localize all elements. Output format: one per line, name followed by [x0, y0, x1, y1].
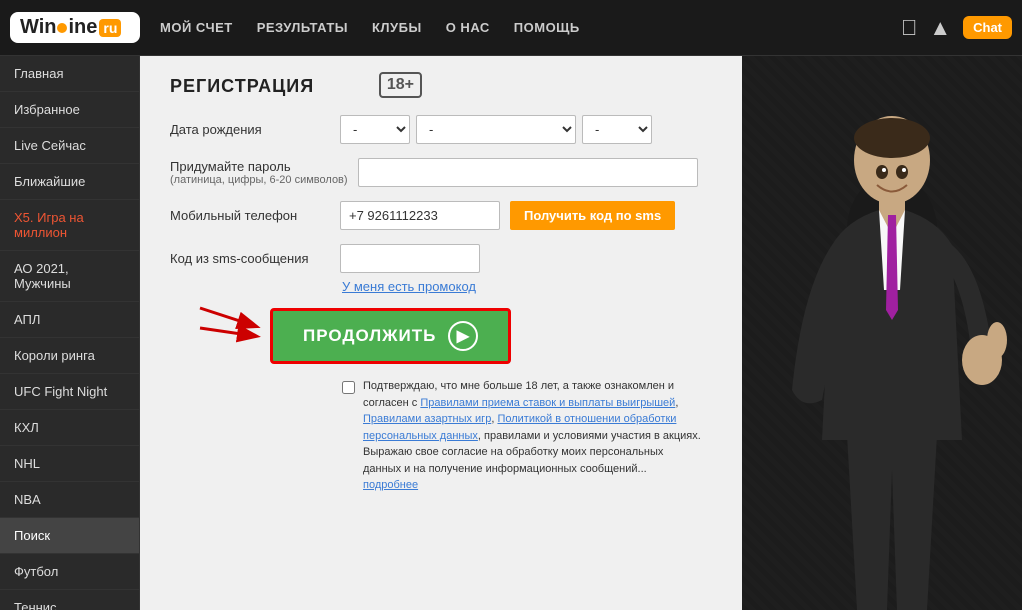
dob-year-select[interactable]: -	[582, 115, 652, 144]
chat-button[interactable]: Chat	[963, 16, 1012, 39]
registration-content: РЕГИСТРАЦИЯ 18+ Дата рождения - - - Прид…	[140, 56, 742, 610]
password-row: Придумайте пароль (латиница, цифры, 6-20…	[170, 158, 712, 187]
android-icon[interactable]: ▲	[929, 15, 951, 41]
red-arrows	[190, 298, 270, 358]
sidebar-item-tennis[interactable]: Теннис	[0, 590, 139, 610]
sidebar-item-upcoming[interactable]: Ближайшие	[0, 164, 139, 200]
header: Winineru МОЙ СЧЕТ РЕЗУЛЬТАТЫ КЛУБЫ О НАС…	[0, 0, 1022, 56]
nav-my-account[interactable]: МОЙ СЧЕТ	[160, 20, 233, 35]
dob-selects: - - -	[340, 115, 652, 144]
sidebar-item-nhl[interactable]: NHL	[0, 446, 139, 482]
sms-button[interactable]: Получить код по sms	[510, 201, 675, 230]
sidebar-item-nba[interactable]: NBA	[0, 482, 139, 518]
nav-about[interactable]: О НАС	[446, 20, 490, 35]
promo-link[interactable]: У меня есть промокод	[342, 279, 712, 294]
password-input[interactable]	[358, 158, 698, 187]
consent-more-link[interactable]: подробнее	[363, 479, 418, 491]
sidebar-item-live[interactable]: Live Сейчас	[0, 128, 139, 164]
nav-help[interactable]: ПОМОЩЬ	[514, 20, 580, 35]
age-badge: 18+	[379, 72, 422, 98]
sidebar-item-x5[interactable]: Х5. Игра на миллион	[0, 200, 139, 251]
phone-input[interactable]	[340, 201, 500, 230]
consent-checkbox[interactable]	[342, 381, 355, 394]
dob-month-select[interactable]: -	[416, 115, 576, 144]
right-panel	[742, 56, 1022, 610]
page-title: РЕГИСТРАЦИЯ	[170, 76, 712, 97]
dob-row: Дата рождения - - -	[170, 115, 712, 144]
sidebar-item-favorites[interactable]: Избранное	[0, 92, 139, 128]
consent-text: Подтверждаю, что мне больше 18 лет, а та…	[363, 378, 702, 494]
man-image	[772, 90, 1012, 610]
sidebar-item-search[interactable]: Поиск	[0, 518, 139, 554]
consent-link-2[interactable]: Правилами азартных игр	[363, 413, 491, 425]
continue-button[interactable]: ПРОДОЛЖИТЬ ▶	[270, 308, 511, 364]
sidebar-item-football[interactable]: Футбол	[0, 554, 139, 590]
sidebar-item-apl[interactable]: АПЛ	[0, 302, 139, 338]
sidebar-item-ufc[interactable]: UFC Fight Night	[0, 374, 139, 410]
logo[interactable]: Winineru	[10, 12, 140, 43]
sms-code-input[interactable]	[340, 244, 480, 273]
nav-clubs[interactable]: КЛУБЫ	[372, 20, 422, 35]
main-layout: Главная Избранное Live Сейчас Ближайшие …	[0, 56, 1022, 610]
sidebar-item-khl[interactable]: КХЛ	[0, 410, 139, 446]
password-label: Придумайте пароль (латиница, цифры, 6-20…	[170, 159, 348, 186]
apple-icon[interactable]: 	[901, 15, 918, 41]
continue-arrow-icon: ▶	[448, 321, 478, 351]
consent-link-1[interactable]: Правилами приема ставок и выплаты выигры…	[420, 397, 675, 409]
header-right:  ▲ Chat	[901, 15, 1012, 41]
phone-label: Мобильный телефон	[170, 208, 330, 223]
nav-results[interactable]: РЕЗУЛЬТАТЫ	[257, 20, 348, 35]
main-nav: МОЙ СЧЕТ РЕЗУЛЬТАТЫ КЛУБЫ О НАС ПОМОЩЬ	[160, 20, 901, 35]
sms-code-row: Код из sms-сообщения	[170, 244, 712, 273]
sidebar-item-kings[interactable]: Короли ринга	[0, 338, 139, 374]
dob-day-select[interactable]: -	[340, 115, 410, 144]
sidebar-item-ao2021[interactable]: АО 2021, Мужчины	[0, 251, 139, 302]
phone-row: Мобильный телефон Получить код по sms	[170, 201, 712, 230]
consent-row: Подтверждаю, что мне больше 18 лет, а та…	[342, 378, 702, 494]
sms-code-label: Код из sms-сообщения	[170, 251, 330, 266]
sidebar-item-home[interactable]: Главная	[0, 56, 139, 92]
dob-label: Дата рождения	[170, 122, 330, 137]
sidebar: Главная Избранное Live Сейчас Ближайшие …	[0, 56, 140, 610]
